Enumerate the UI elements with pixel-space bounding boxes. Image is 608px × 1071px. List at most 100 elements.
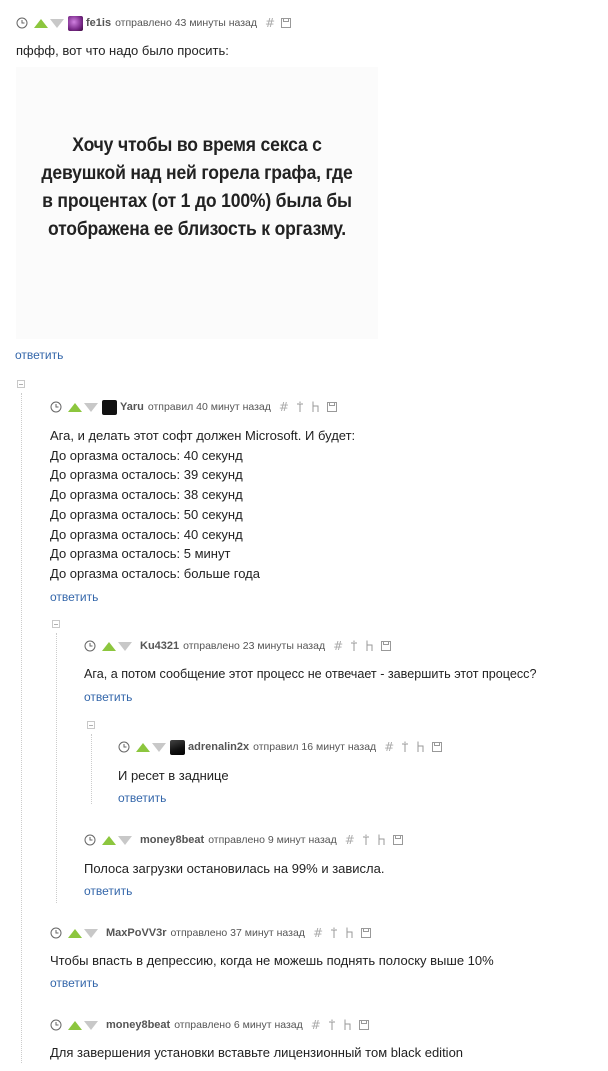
parent-comment-icon[interactable] [361,834,371,846]
post-time: отправлено 37 минут назад [170,927,305,939]
post-time: отправлено 9 минут назад [208,834,337,846]
author-nick[interactable]: money8beat [106,1019,170,1031]
permalink-hash-icon[interactable]: # [311,1018,321,1032]
save-icon[interactable] [281,17,292,29]
thread-line [56,633,57,903]
save-icon[interactable] [392,834,403,846]
comment-line: До оргазма осталось: 40 секунд [50,447,243,463]
permalink-hash-icon[interactable]: # [384,740,394,754]
reply-link[interactable]: ответить [50,590,98,604]
comment-line: До оргазма осталось: 38 секунд [50,487,243,503]
save-icon[interactable] [358,1019,369,1031]
thread-icon[interactable] [345,927,355,939]
comment-header: MaxPoVV3r отправлено 37 минут назад # [50,924,377,942]
comment-header: money8beat отправлено 6 минут назад # [50,1016,375,1034]
author-nick[interactable]: adrenalin2x [188,741,249,753]
thread-line [91,734,92,804]
clock-icon [84,834,96,846]
collapse-toggle[interactable] [87,721,95,729]
image-caption-line: девушкой над ней горела графа, где [41,162,353,184]
comment-text: пффф, вот что надо было просить: [16,41,229,61]
collapse-toggle[interactable] [52,620,60,628]
parent-comment-icon[interactable] [295,401,305,413]
thread-icon[interactable] [377,834,387,846]
comment-line: Для завершения установки вставьте лиценз… [50,1045,464,1060]
parent-comment-icon[interactable] [329,927,339,939]
author-nick[interactable]: MaxPoVV3r [106,927,167,939]
permalink-hash-icon[interactable]: # [265,16,275,30]
comment-line: До оргазма осталось: больше года [50,565,260,581]
upvote-arrow-icon[interactable] [68,1020,82,1030]
downvote-arrow-icon[interactable] [118,835,132,845]
clock-icon [50,1019,62,1031]
permalink-hash-icon[interactable]: # [345,833,355,847]
comment-line: пффф, вот что надо было просить: [16,43,229,58]
comment-line: Ага, а потом сообщение этот процесс не о… [84,667,537,681]
downvote-arrow-icon[interactable] [84,402,98,412]
downvote-arrow-icon[interactable] [84,1020,98,1030]
reply-link[interactable]: ответить [15,348,63,362]
post-time: отправлено 23 минуты назад [183,640,326,652]
downvote-arrow-icon[interactable] [152,742,166,752]
avatar[interactable] [68,15,83,31]
post-time: отправлено 6 минут назад [174,1019,303,1031]
author-nick[interactable]: Yaru [120,401,144,413]
upvote-arrow-icon[interactable] [102,835,116,845]
permalink-hash-icon[interactable]: # [313,926,323,940]
image-caption-line: Хочу чтобы во время секса с [72,134,322,156]
reply-link[interactable]: ответить [118,791,166,805]
avatar[interactable] [170,739,185,755]
thread-icon[interactable] [311,401,321,413]
comment-line: И ресет в заднице [118,768,229,783]
permalink-hash-icon[interactable]: # [333,639,343,653]
upvote-arrow-icon[interactable] [102,641,116,651]
comment-image[interactable]: Хочу чтобы во время секса с девушкой над… [16,67,378,339]
downvote-arrow-icon[interactable] [50,18,64,28]
author-nick[interactable]: money8beat [140,834,204,846]
downvote-arrow-icon[interactable] [118,641,132,651]
thread-line [21,393,22,1063]
post-time: отправил 16 минут назад [253,741,377,753]
comment-header: adrenalin2x отправил 16 минут назад # [118,738,448,756]
image-caption: Хочу чтобы во время секса с девушкой над… [34,131,360,243]
reply-link[interactable]: ответить [84,884,132,898]
comment-line: До оргазма осталось: 5 минут [50,546,231,562]
thread-icon[interactable] [416,741,426,753]
downvote-arrow-icon[interactable] [84,928,98,938]
author-nick[interactable]: fe1is [86,17,111,29]
clock-icon [50,927,62,939]
thread-icon[interactable] [343,1019,353,1031]
comment-line: Ага, и делать этот софт должен Microsoft… [50,428,356,443]
permalink-hash-icon[interactable]: # [279,400,289,414]
comment-header: Ku4321 отправлено 23 минуты назад # [84,637,397,655]
upvote-arrow-icon[interactable] [34,18,48,28]
upvote-arrow-icon[interactable] [136,742,150,752]
reply-link[interactable]: ответить [50,976,98,990]
save-icon[interactable] [381,640,392,652]
thread-icon[interactable] [365,640,375,652]
upvote-arrow-icon[interactable] [68,928,82,938]
save-icon[interactable] [326,401,337,413]
image-caption-line: в процентах (от 1 до 100%) была бы [42,190,352,212]
post-time: отправлено 43 минуты назад [115,17,258,29]
clock-icon [16,17,28,29]
collapse-toggle[interactable] [17,380,25,388]
reply-link[interactable]: ответить [84,690,132,704]
comment-text: Для завершения установки вставьте лиценз… [50,1043,463,1063]
upvote-arrow-icon[interactable] [68,402,82,412]
comment-line: До оргазма осталось: 40 секунд [50,526,243,542]
save-icon[interactable] [432,741,443,753]
parent-comment-icon[interactable] [327,1019,337,1031]
comment-line: Чтобы впасть в депрессию, когда не можеш… [50,953,494,968]
parent-comment-icon[interactable] [349,640,359,652]
parent-comment-icon[interactable] [400,741,410,753]
comment-text: Ага, и делать этот софт должен Microsoft… [50,426,355,584]
comment-header: Yaru отправил 40 минут назад # [50,398,343,416]
author-nick[interactable]: Ku4321 [140,640,179,652]
save-icon[interactable] [361,927,371,939]
clock-icon [50,401,62,413]
comment-line: Полоса загрузки остановилась на 99% и за… [84,861,385,876]
comment-line: До оргазма осталось: 50 секунд [50,506,243,522]
clock-icon [118,741,130,753]
avatar[interactable] [102,399,117,415]
